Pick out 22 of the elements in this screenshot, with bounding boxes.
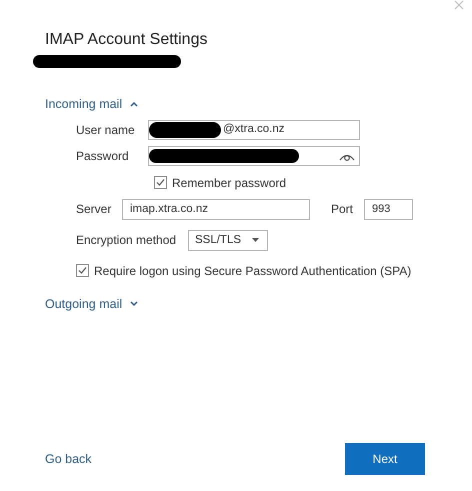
- field-value: @xtra.co.nz: [223, 122, 285, 138]
- redaction-mark: [149, 122, 221, 138]
- checkbox-label: Remember password: [172, 174, 286, 192]
- encryption-dropdown[interactable]: SSL/TLS: [188, 230, 268, 251]
- go-back-link[interactable]: Go back: [45, 450, 92, 468]
- checkbox[interactable]: [76, 264, 89, 278]
- next-button[interactable]: Next: [345, 443, 425, 475]
- checkbox[interactable]: [154, 176, 167, 190]
- checkbox-label: Require logon using Secure Password Authentication (SPA): [94, 262, 412, 280]
- window-title: IMAP Account Settings: [45, 30, 208, 50]
- password-field[interactable]: [148, 146, 360, 166]
- field-label: User name: [76, 122, 136, 139]
- field-label: Password: [76, 148, 130, 165]
- input-field[interactable]: imap.xtra.co.nz: [122, 198, 310, 220]
- input-field[interactable]: 993: [364, 198, 413, 220]
- caret-icon: [252, 238, 259, 242]
- input-field[interactable]: @xtra.co.nz: [148, 120, 360, 140]
- field-label: Encryption method: [76, 232, 178, 250]
- field-label: Port: [331, 201, 354, 218]
- section-toggle[interactable]: Outgoing mail: [45, 294, 122, 314]
- field-label: Server: [76, 201, 112, 218]
- section-toggle[interactable]: Incoming mail: [45, 95, 122, 114]
